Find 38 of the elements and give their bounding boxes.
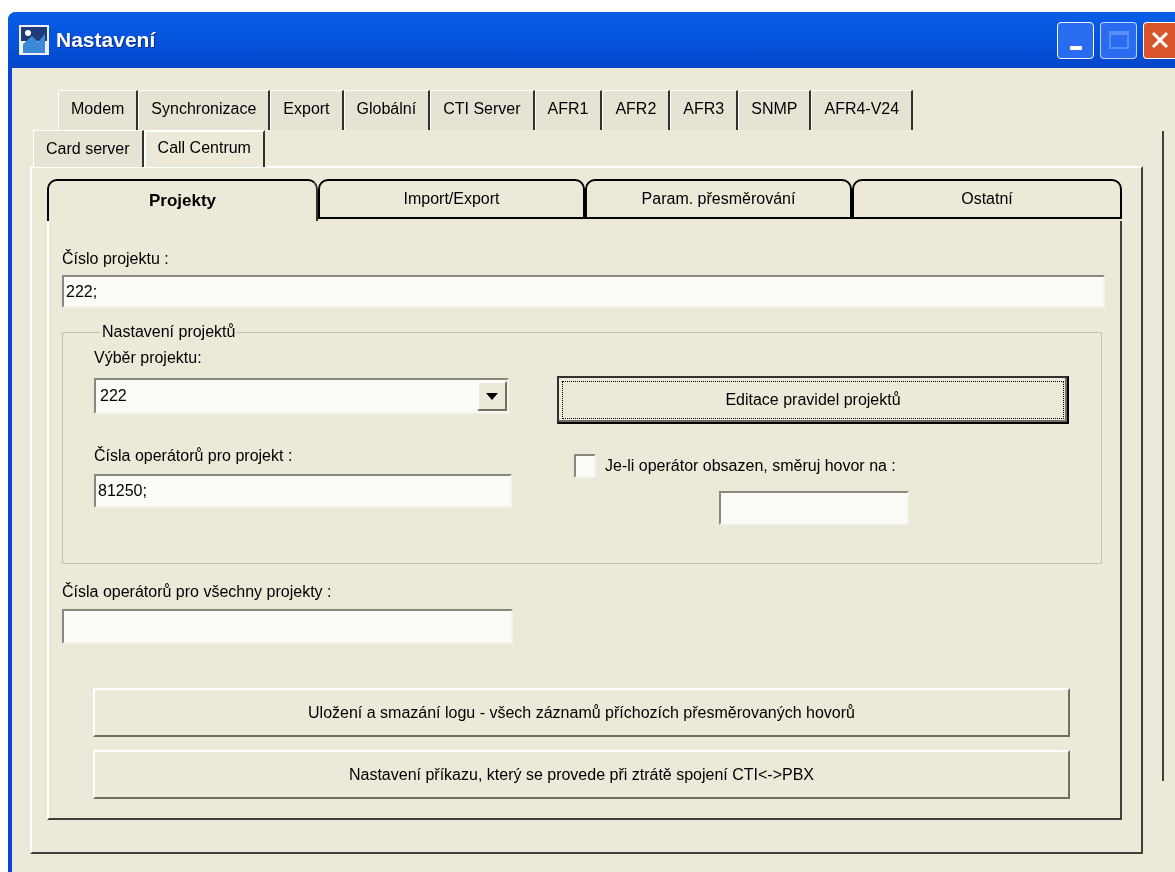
field-label: Číslo projektu :: [62, 248, 170, 269]
tab[interactable]: Modem: [58, 90, 139, 130]
field-label: Čísla operátorů pro všechny projekty :: [62, 582, 333, 602]
tab[interactable]: Globální: [343, 90, 431, 130]
tab[interactable]: AFR3: [670, 90, 739, 130]
tab[interactable]: AFR4-V24: [811, 90, 914, 130]
close-button[interactable]: [1143, 21, 1175, 59]
tab[interactable]: Projekty: [47, 179, 318, 221]
checkbox-label: Je-li operátor obsazen, směruj hovor na :: [605, 456, 896, 476]
input-field[interactable]: [62, 609, 513, 644]
window-title: Nastavení: [56, 27, 156, 54]
tab[interactable]: Synchronizace: [138, 90, 271, 130]
tab[interactable]: Export: [270, 90, 344, 130]
dropdown-value: 222: [99, 386, 128, 406]
maximize-button[interactable]: [1100, 21, 1137, 59]
tab[interactable]: Card server: [33, 130, 144, 167]
app-icon: [18, 24, 50, 56]
checkbox[interactable]: [574, 454, 596, 478]
tab[interactable]: Param. přesměrování: [585, 179, 852, 219]
input-field[interactable]: 81250;: [94, 474, 512, 508]
input-field[interactable]: 222;: [62, 275, 1105, 308]
tab[interactable]: SNMP: [738, 90, 812, 130]
dropdown[interactable]: 222: [94, 378, 509, 414]
action-button[interactable]: Nastavení příkazu, který se provede při ztrátě spojení CTI<->PBX: [93, 750, 1070, 799]
action-button[interactable]: Uložení a smazání logu - všech záznamů příchozích přesměrovaných hovorů: [93, 688, 1070, 737]
tab[interactable]: Ostatní: [852, 179, 1122, 219]
input-field[interactable]: [719, 491, 909, 525]
edit-rules-button[interactable]: Editace pravidel projektů: [557, 376, 1069, 424]
close-icon[interactable]: [1149, 30, 1170, 50]
group-title: Nastavení projektů: [101, 322, 237, 342]
tab[interactable]: AFR2: [602, 90, 671, 130]
tab[interactable]: CTI Server: [430, 90, 535, 130]
tab[interactable]: Call Centrum: [143, 130, 265, 167]
tab[interactable]: Import/Export: [318, 179, 585, 219]
tab[interactable]: AFR1: [534, 90, 603, 130]
field-label: Výběr projektu:: [94, 348, 203, 368]
field-label: Čísla operátorů pro projekt :: [94, 446, 294, 466]
minimize-button[interactable]: [1057, 21, 1094, 59]
